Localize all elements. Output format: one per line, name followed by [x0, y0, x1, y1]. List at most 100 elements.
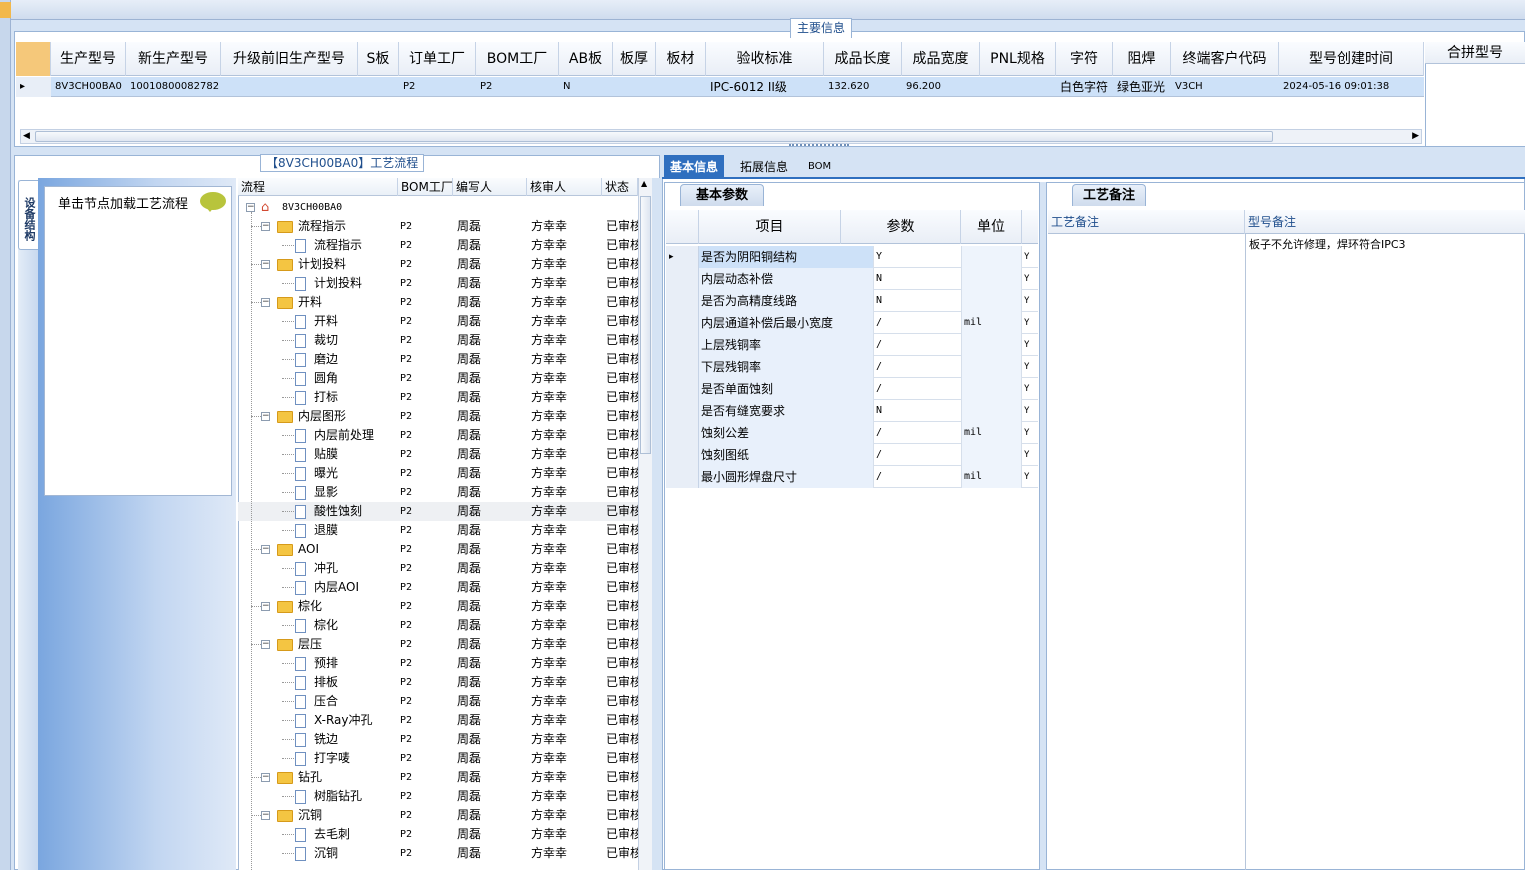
tree-leaf-node[interactable]: 冲孔 P2 周磊 方幸幸 已审核 [238, 559, 638, 578]
tree-leaf-node[interactable]: 去毛刺 P2 周磊 方幸幸 已审核 [238, 825, 638, 844]
grid-cell[interactable] [358, 77, 399, 97]
param-flag-cell[interactable]: Y [1022, 334, 1038, 356]
column-header[interactable]: 订单工厂 [399, 42, 476, 76]
tree-leaf-node[interactable]: 显影 P2 周磊 方幸幸 已审核 [238, 483, 638, 502]
select-all-corner[interactable] [666, 210, 699, 244]
grid-cell[interactable]: 10010800082782 [126, 77, 221, 97]
param-unit-cell[interactable] [962, 246, 1022, 268]
param-unit-cell[interactable] [962, 290, 1022, 312]
grid-cell[interactable]: 绿色亚光 [1113, 77, 1171, 97]
param-flag-cell[interactable]: Y [1022, 312, 1038, 334]
column-header[interactable]: BOM工厂 [476, 42, 559, 76]
collapse-icon[interactable]: − [261, 811, 270, 820]
column-header[interactable]: 型号创建时间 [1279, 42, 1424, 76]
params-column-header[interactable]: 参数 [841, 210, 961, 244]
grid-cell[interactable]: 2024-05-16 09:01:38 [1279, 77, 1424, 97]
scroll-thumb[interactable] [35, 131, 1273, 142]
param-unit-cell[interactable]: mil [962, 312, 1022, 334]
grid-cell[interactable]: V3CH [1171, 77, 1279, 97]
param-unit-cell[interactable] [962, 356, 1022, 378]
tree-leaf-node[interactable]: 预排 P2 周磊 方幸幸 已审核 [238, 654, 638, 673]
tree-leaf-node[interactable]: 树脂钻孔 P2 周磊 方幸幸 已审核 [238, 787, 638, 806]
tree-leaf-node[interactable]: 圆角 P2 周磊 方幸幸 已审核 [238, 369, 638, 388]
tree-leaf-node[interactable]: 酸性蚀刻 P2 周磊 方幸幸 已审核 [238, 502, 638, 521]
param-unit-cell[interactable]: mil [962, 422, 1022, 444]
tree-folder-node[interactable]: − 钻孔 P2 周磊 方幸幸 已审核 [238, 768, 638, 787]
column-header[interactable]: 生产型号 [51, 42, 126, 76]
tree-leaf-node[interactable]: 计划投料 P2 周磊 方幸幸 已审核 [238, 274, 638, 293]
tree-column-header[interactable]: 核审人 [527, 178, 602, 196]
param-value-cell[interactable]: / [874, 312, 962, 334]
column-header[interactable]: 成品长度 [824, 42, 902, 76]
tree-leaf-node[interactable]: 内层前处理 P2 周磊 方幸幸 已审核 [238, 426, 638, 445]
grid-cell[interactable] [980, 77, 1056, 97]
select-all-corner[interactable] [16, 42, 51, 76]
param-flag-cell[interactable]: Y [1022, 378, 1038, 400]
tree-column-header[interactable]: 流程 [238, 178, 398, 196]
params-row[interactable]: 是否有缝宽要求 N Y [666, 400, 1038, 422]
tree-column-header[interactable]: 编写人 [453, 178, 527, 196]
param-flag-cell[interactable]: Y [1022, 290, 1038, 312]
column-header[interactable]: 阻焊 [1113, 42, 1171, 76]
column-header[interactable]: 升级前旧生产型号 [221, 42, 358, 76]
grid-cell[interactable]: N [559, 77, 613, 97]
param-value-cell[interactable]: N [874, 290, 962, 312]
collapse-icon[interactable]: − [261, 298, 270, 307]
grid-cell[interactable]: 8V3CH00BA0 [51, 77, 126, 97]
param-flag-cell[interactable]: Y [1022, 246, 1038, 268]
grid-cell[interactable]: 132.620 [824, 77, 902, 97]
column-header[interactable]: 板材 [656, 42, 706, 76]
param-value-cell[interactable]: Y [874, 246, 962, 268]
param-unit-cell[interactable] [962, 268, 1022, 290]
params-row[interactable]: 下层残铜率 / Y [666, 356, 1038, 378]
tree-leaf-node[interactable]: 压合 P2 周磊 方幸幸 已审核 [238, 692, 638, 711]
tree-folder-node[interactable]: − 计划投料 P2 周磊 方幸幸 已审核 [238, 255, 638, 274]
tab-basic-info[interactable]: 基本信息 [664, 155, 725, 179]
horizontal-splitter[interactable] [14, 144, 1525, 155]
column-header[interactable]: 板厚 [613, 42, 656, 76]
param-flag-cell[interactable]: Y [1022, 444, 1038, 466]
tree-folder-node[interactable]: − 流程指示 P2 周磊 方幸幸 已审核 [238, 217, 638, 236]
grid-cell[interactable] [656, 77, 706, 97]
params-row[interactable]: ▸ 是否为阴阳铜结构 Y Y [666, 246, 1038, 268]
param-value-cell[interactable]: N [874, 400, 962, 422]
collapse-icon[interactable]: − [261, 602, 270, 611]
tab-bom[interactable]: BOM [802, 155, 837, 179]
tree-leaf-node[interactable]: 棕化 P2 周磊 方幸幸 已审核 [238, 616, 638, 635]
collapse-icon[interactable]: − [261, 222, 270, 231]
tree-leaf-node[interactable]: 曝光 P2 周磊 方幸幸 已审核 [238, 464, 638, 483]
params-row[interactable]: 是否单面蚀刻 / Y [666, 378, 1038, 400]
tree-folder-node[interactable]: − 沉铜 P2 周磊 方幸幸 已审核 [238, 806, 638, 825]
tree-leaf-node[interactable]: X-Ray冲孔 P2 周磊 方幸幸 已审核 [238, 711, 638, 730]
tree-leaf-node[interactable]: 贴膜 P2 周磊 方幸幸 已审核 [238, 445, 638, 464]
tree-leaf-node[interactable]: 开料 P2 周磊 方幸幸 已审核 [238, 312, 638, 331]
param-unit-cell[interactable] [962, 444, 1022, 466]
param-unit-cell[interactable] [962, 400, 1022, 422]
scroll-up-icon[interactable]: ▲ [641, 179, 647, 188]
scroll-thumb[interactable] [640, 196, 651, 454]
tree-leaf-node[interactable]: 裁切 P2 周磊 方幸幸 已审核 [238, 331, 638, 350]
column-header[interactable]: 成品宽度 [902, 42, 980, 76]
tree-leaf-node[interactable]: 磨边 P2 周磊 方幸幸 已审核 [238, 350, 638, 369]
collapse-icon[interactable]: − [261, 773, 270, 782]
collapse-icon[interactable]: − [261, 545, 270, 554]
param-flag-cell[interactable]: Y [1022, 356, 1038, 378]
param-flag-cell[interactable]: Y [1022, 400, 1038, 422]
column-header[interactable]: 终端客户代码 [1171, 42, 1279, 76]
tree-folder-node[interactable]: − 开料 P2 周磊 方幸幸 已审核 [238, 293, 638, 312]
grid-cell[interactable]: P2 [476, 77, 559, 97]
grid-cell[interactable]: 白色字符 [1056, 77, 1113, 97]
model-note-text[interactable]: 板子不允许修理，焊环符合IPC3 [1249, 236, 1406, 252]
param-value-cell[interactable]: / [874, 378, 962, 400]
collapse-icon[interactable]: − [261, 412, 270, 421]
tree-leaf-node[interactable]: 沉铜 P2 周磊 方幸幸 已审核 [238, 844, 638, 863]
column-header[interactable]: PNL规格 [980, 42, 1056, 76]
tree-leaf-node[interactable]: 流程指示 P2 周磊 方幸幸 已审核 [238, 236, 638, 255]
tree-leaf-node[interactable]: 排板 P2 周磊 方幸幸 已审核 [238, 673, 638, 692]
tab-extended-info[interactable]: 拓展信息 [734, 155, 794, 179]
param-value-cell[interactable]: / [874, 356, 962, 378]
grid-cell[interactable]: IPC-6012 II级 [706, 77, 824, 97]
param-unit-cell[interactable]: mil [962, 466, 1022, 488]
vertical-splitter[interactable] [652, 178, 661, 870]
grid-cell[interactable] [221, 77, 358, 97]
